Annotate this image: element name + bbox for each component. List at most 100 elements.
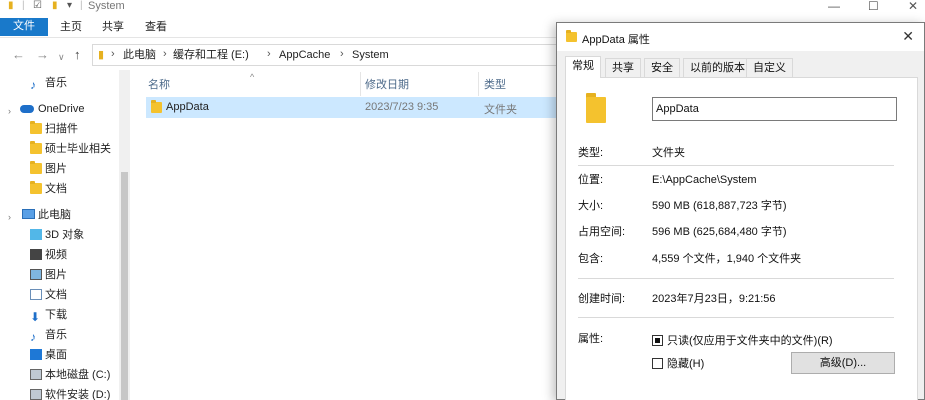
- chevron-right-icon[interactable]: ›: [111, 48, 115, 60]
- folder-name-field[interactable]: AppData: [652, 97, 897, 121]
- tab-general[interactable]: 常规: [565, 56, 601, 78]
- dialog-close-button[interactable]: ✕: [902, 28, 914, 44]
- scrollbar-thumb[interactable]: [121, 172, 128, 400]
- back-arrow-icon[interactable]: ←: [12, 48, 25, 62]
- column-header-name[interactable]: 名称: [148, 78, 170, 92]
- nav-item-3d-objects[interactable]: 3D 对象: [0, 225, 118, 245]
- nav-item-pictures-od[interactable]: 图片: [0, 159, 118, 179]
- chevron-right-icon[interactable]: ›: [163, 48, 167, 60]
- nav-item-desktop[interactable]: 桌面: [0, 345, 118, 365]
- computer-icon: [22, 209, 35, 219]
- divider: [578, 317, 894, 318]
- tab-sharing[interactable]: 共享: [605, 58, 641, 77]
- folder-icon: [586, 93, 608, 123]
- readonly-checkbox[interactable]: [652, 335, 663, 346]
- nav-item-music-quick[interactable]: ♪ 音乐: [0, 73, 118, 93]
- column-divider[interactable]: [360, 72, 361, 96]
- tab-home[interactable]: 主页: [52, 19, 90, 36]
- nav-item-videos[interactable]: 视频: [0, 245, 118, 265]
- music-icon: ♪: [30, 78, 36, 92]
- advanced-button[interactable]: 高级(D)...: [791, 352, 895, 374]
- tab-view[interactable]: 查看: [137, 19, 175, 36]
- minimize-button[interactable]: —: [828, 0, 840, 12]
- tab-security[interactable]: 安全: [644, 58, 680, 77]
- folder-icon: [30, 141, 42, 154]
- contains-value: 4,559 个文件，1,940 个文件夹: [652, 253, 802, 265]
- chevron-right-icon[interactable]: ›: [267, 48, 271, 60]
- breadcrumb-system[interactable]: System: [352, 49, 389, 62]
- divider: [578, 278, 894, 279]
- hidden-checkbox-label[interactable]: 隐藏(H): [667, 357, 704, 371]
- created-label: 创建时间:: [578, 293, 626, 305]
- nav-item-music[interactable]: ♪ 音乐: [0, 325, 118, 345]
- column-divider[interactable]: [478, 72, 479, 96]
- sort-ascending-icon: ^: [250, 72, 255, 82]
- chevron-right-icon[interactable]: ›: [340, 48, 344, 60]
- chevron-right-icon[interactable]: ›: [8, 101, 20, 116]
- tab-customize[interactable]: 自定义: [746, 58, 793, 77]
- nav-item-documents[interactable]: 文档: [0, 285, 118, 305]
- recent-locations-icon[interactable]: ∨: [58, 50, 65, 64]
- nav-item-onedrive[interactable]: › OneDrive: [0, 99, 118, 119]
- breadcrumb-this-pc[interactable]: 此电脑: [123, 49, 156, 62]
- attributes-label: 属性:: [578, 333, 604, 345]
- close-button[interactable]: ✕: [908, 0, 918, 12]
- up-arrow-icon[interactable]: ↑: [74, 48, 81, 62]
- nav-item-this-pc[interactable]: › 此电脑: [0, 205, 118, 225]
- hidden-checkbox[interactable]: [652, 358, 663, 369]
- navigation-pane: ♪ 音乐 › OneDrive 扫描件 硕士毕业相关 图片 文档 › 此电脑 3…: [0, 70, 130, 400]
- nav-item-masters[interactable]: 硕士毕业相关: [0, 139, 118, 159]
- folder-icon: [151, 100, 162, 113]
- window-title: System: [88, 0, 125, 12]
- nav-item-downloads[interactable]: ⬇ 下载: [0, 305, 118, 325]
- column-header-type[interactable]: 类型: [484, 78, 506, 92]
- folder-icon: [30, 161, 42, 174]
- folder-icon: [30, 121, 42, 134]
- dialog-title-bar[interactable]: AppData 属性 ✕: [557, 23, 924, 51]
- nav-item-scans[interactable]: 扫描件: [0, 119, 118, 139]
- explorer-title-bar: ▮ | ☑ ▮ ▾ | System — ☐ ✕: [0, 0, 925, 14]
- type-label: 类型:: [578, 147, 604, 159]
- document-icon: [30, 289, 42, 300]
- music-icon: ♪: [30, 330, 36, 344]
- nav-item-drive-c[interactable]: 本地磁盘 (C:): [0, 365, 118, 385]
- disk-usage-value: 596 MB (625,684,480 字节): [652, 226, 787, 238]
- nav-item-drive-d[interactable]: 软件安装 (D:): [0, 385, 118, 400]
- properties-quick-icon[interactable]: ☑: [33, 1, 42, 11]
- separator: |: [80, 0, 83, 11]
- column-header-modified[interactable]: 修改日期: [365, 78, 409, 92]
- forward-arrow-icon[interactable]: →: [36, 48, 49, 62]
- new-folder-quick-icon[interactable]: ▮: [52, 1, 58, 11]
- maximize-button[interactable]: ☐: [868, 0, 879, 12]
- properties-dialog: AppData 属性 ✕ 常规 共享 安全 以前的版本 自定义 AppData …: [556, 22, 925, 400]
- download-icon: ⬇: [30, 310, 41, 324]
- nav-item-documents-od[interactable]: 文档: [0, 179, 118, 199]
- tab-share[interactable]: 共享: [94, 19, 132, 36]
- breadcrumb-drive-e[interactable]: 缓存和工程 (E:): [173, 49, 249, 62]
- type-value: 文件夹: [652, 147, 685, 159]
- separator: |: [22, 0, 25, 11]
- picture-icon: [30, 269, 42, 280]
- general-panel: AppData 类型: 文件夹 位置: E:\AppCache\System 大…: [565, 77, 918, 400]
- file-list: ^ 名称 修改日期 类型 AppData 2023/7/23 9:35 文件夹: [132, 70, 566, 400]
- file-name: AppData: [166, 101, 209, 113]
- chevron-right-icon[interactable]: ›: [8, 207, 20, 222]
- quick-access-dropdown-icon[interactable]: ▾: [67, 1, 72, 11]
- size-label: 大小:: [578, 200, 604, 212]
- file-row[interactable]: AppData 2023/7/23 9:35 文件夹: [146, 97, 566, 118]
- address-bar[interactable]: ▮ › 此电脑 › 缓存和工程 (E:) › AppCache › System: [92, 44, 562, 66]
- address-row: ← → ∨ ↑ ▮ › 此电脑 › 缓存和工程 (E:) › AppCache …: [0, 40, 562, 70]
- dialog-title: AppData 属性: [582, 34, 650, 46]
- readonly-checkbox-label[interactable]: 只读(仅应用于文件夹中的文件)(R): [667, 334, 833, 348]
- nav-item-pictures[interactable]: 图片: [0, 265, 118, 285]
- tab-file[interactable]: 文件: [0, 18, 48, 36]
- nav-pane-scrollbar[interactable]: [119, 70, 130, 400]
- disk-usage-label: 占用空间:: [578, 226, 626, 238]
- location-label: 位置:: [578, 174, 604, 186]
- size-value: 590 MB (618,887,723 字节): [652, 200, 787, 212]
- folder-icon: ▮: [98, 49, 105, 61]
- folder-icon: [566, 30, 577, 42]
- breadcrumb-appcache[interactable]: AppCache: [279, 49, 330, 62]
- tab-previous-versions[interactable]: 以前的版本: [683, 58, 752, 77]
- location-value: E:\AppCache\System: [652, 174, 757, 186]
